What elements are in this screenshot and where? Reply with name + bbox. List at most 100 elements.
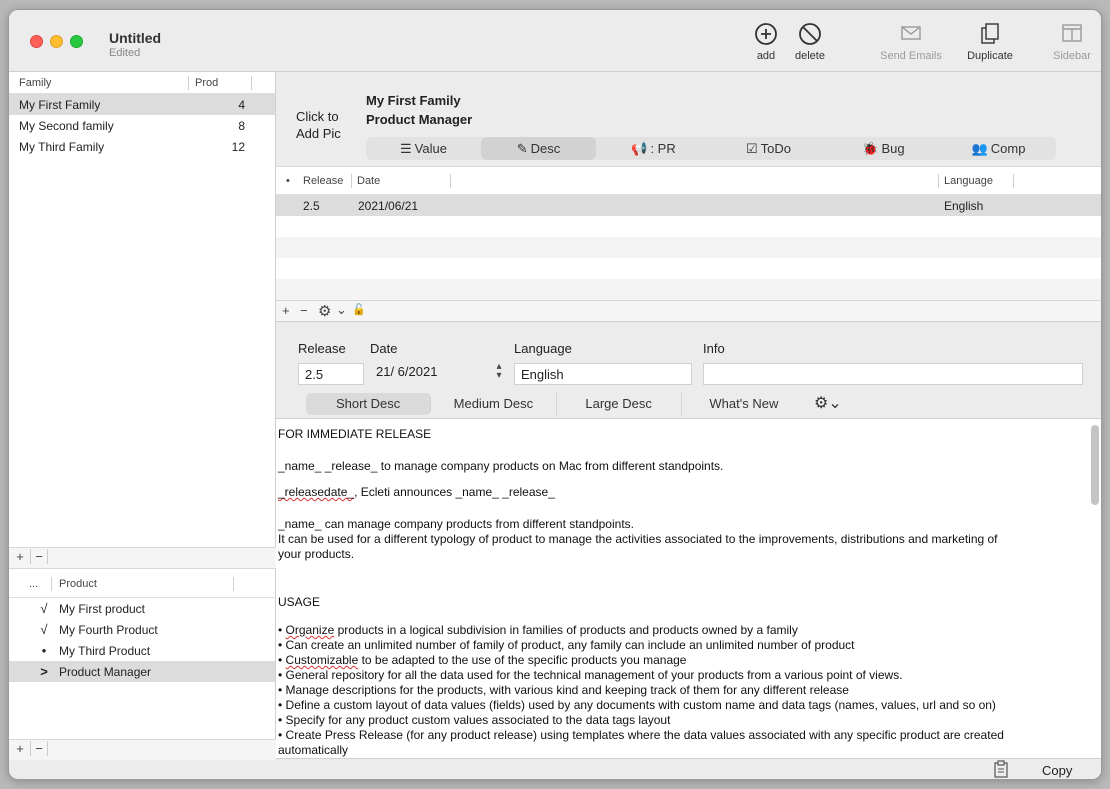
language-cell: English [944,199,984,213]
megaphone-icon: 📢 [631,141,648,156]
tab-bug[interactable]: 🐞 Bug [826,137,941,160]
add-button[interactable]: add [744,22,788,68]
window-subtitle: Edited [109,47,141,59]
plus-circle-icon [744,22,788,50]
text-line: It can be used for a different typology … [278,532,998,546]
sidebar-icon [1049,22,1095,50]
description-text-area[interactable]: FOR IMMEDIATE RELEASE _name_ _release_ t… [276,418,1101,758]
mark-column-header[interactable]: ... [29,578,38,590]
gear-icon[interactable]: ⚙ [318,302,331,320]
title-bar: Untitled Edited add delete Send Emails D… [9,10,1101,72]
date-stepper[interactable]: ▴ ▾ [494,362,504,381]
release-field[interactable]: 2.5 [298,363,364,385]
product-name: Product Manager [59,665,152,679]
unlock-icon[interactable]: 🔓 [352,303,366,316]
remove-family-button[interactable]: − [30,549,48,564]
family-row[interactable]: My Third Family 12 [9,136,275,157]
product-row[interactable]: > Product Manager [9,661,275,682]
tab-comp[interactable]: 👥 Comp [941,137,1056,160]
column-separator [450,174,451,188]
date-column-header[interactable]: Date [357,175,380,187]
releases-add-remove-bar: + − ⚙ ⌄ 🔓 [276,300,1101,322]
info-field[interactable] [703,363,1083,385]
tab-value[interactable]: ☰ Value [366,137,481,160]
copy-button[interactable]: Copy [1042,763,1072,778]
product-family-title: My First Family [366,93,461,108]
column-separator [351,174,352,188]
text-span: , Ecleti announces _name_ _release_ [354,485,555,499]
tab-todo[interactable]: ☑ ToDo [711,137,826,160]
text-line: USAGE [278,595,321,609]
text-line: • Define a custom layout of data values … [278,698,996,712]
tab-short-desc[interactable]: Short Desc [306,393,432,415]
tab-label: ToDo [760,141,791,156]
text-span: to be adapted to the use of the specific… [358,653,687,667]
remove-release-button[interactable]: − [300,303,308,318]
product-name-title: Product Manager [366,112,473,127]
add-family-button[interactable]: + [11,549,29,564]
family-row[interactable]: My First Family 4 [9,94,275,115]
remove-product-button[interactable]: − [30,741,48,756]
add-label: add [756,50,776,62]
send-emails-button[interactable]: Send Emails [873,22,949,68]
date-label: Date [370,341,398,356]
text-line: your products. [278,547,355,561]
product-row[interactable]: √ My First product [9,598,275,619]
table-row [276,216,1101,237]
zoom-window-button[interactable] [70,35,83,48]
text-line: • Can create an unlimited number of fami… [278,638,855,652]
tab-label: Value [414,141,447,156]
clipboard-icon[interactable] [993,760,1009,779]
text-line: _name_ _release_ to manage company produ… [278,459,724,473]
info-label: Info [703,341,725,356]
add-product-button[interactable]: + [11,741,29,756]
duplicate-button[interactable]: Duplicate [957,22,1023,68]
column-separator [938,174,939,188]
text-line: • Manage descriptions for the products, … [278,683,849,697]
delete-button[interactable]: delete [787,22,833,68]
family-count: 8 [238,119,245,133]
table-row [276,279,1101,300]
text-span: Customizable [285,653,359,667]
sidebar-button[interactable]: Sidebar [1049,22,1095,68]
product-column-header[interactable]: Product [59,578,97,590]
gear-icon[interactable]: ⚙⌄ [814,393,842,413]
edit-icon: ✎ [516,141,528,156]
language-field[interactable]: English [514,363,692,385]
vertical-scrollbar[interactable] [1091,425,1099,505]
language-column-header[interactable]: Language [944,175,993,187]
date-field[interactable]: 21/ 6/2021 [370,361,488,383]
text-line: • Create Press Release (for any product … [278,728,1004,742]
tab-large-desc[interactable]: Large Desc [557,393,682,415]
description-tabs: Short Desc Medium Desc Large Desc What's… [306,393,806,415]
dot-column-header[interactable]: • [286,175,290,187]
minimize-window-button[interactable] [50,35,63,48]
status-bar: Copy [276,758,1101,779]
column-separator [51,577,52,591]
add-picture-button[interactable]: Click to Add Pic [296,108,356,142]
release-column-header[interactable]: Release [303,175,343,187]
product-name: My Third Product [59,644,151,658]
checkmark-icon: √ [40,622,48,637]
tab-pr[interactable]: 📢: PR [596,137,711,160]
tab-medium-desc[interactable]: Medium Desc [431,393,557,415]
chevron-down-icon[interactable]: ⌄ [336,302,347,318]
tab-desc[interactable]: ✎ Desc [481,137,596,160]
product-row[interactable]: • My Third Product [9,640,275,661]
product-row[interactable]: √ My Fourth Product [9,619,275,640]
envelope-icon [873,22,949,50]
family-column-header[interactable]: Family [19,77,51,89]
bullet-icon: • [41,643,47,658]
add-release-button[interactable]: + [282,303,290,318]
language-label: Language [514,341,572,356]
todo-icon: ☑ [745,141,758,156]
text-line: _name_ can manage company products from … [278,517,634,531]
family-row[interactable]: My Second family 8 [9,115,275,136]
prod-column-header[interactable]: Prod [195,77,218,89]
tab-whats-new[interactable]: What's New [682,393,806,415]
table-row[interactable]: 2.5 2021/06/21 English [276,195,1101,216]
family-count: 12 [231,140,245,154]
column-separator [1013,174,1014,188]
release-cell: 2.5 [303,199,320,213]
close-window-button[interactable] [30,35,43,48]
